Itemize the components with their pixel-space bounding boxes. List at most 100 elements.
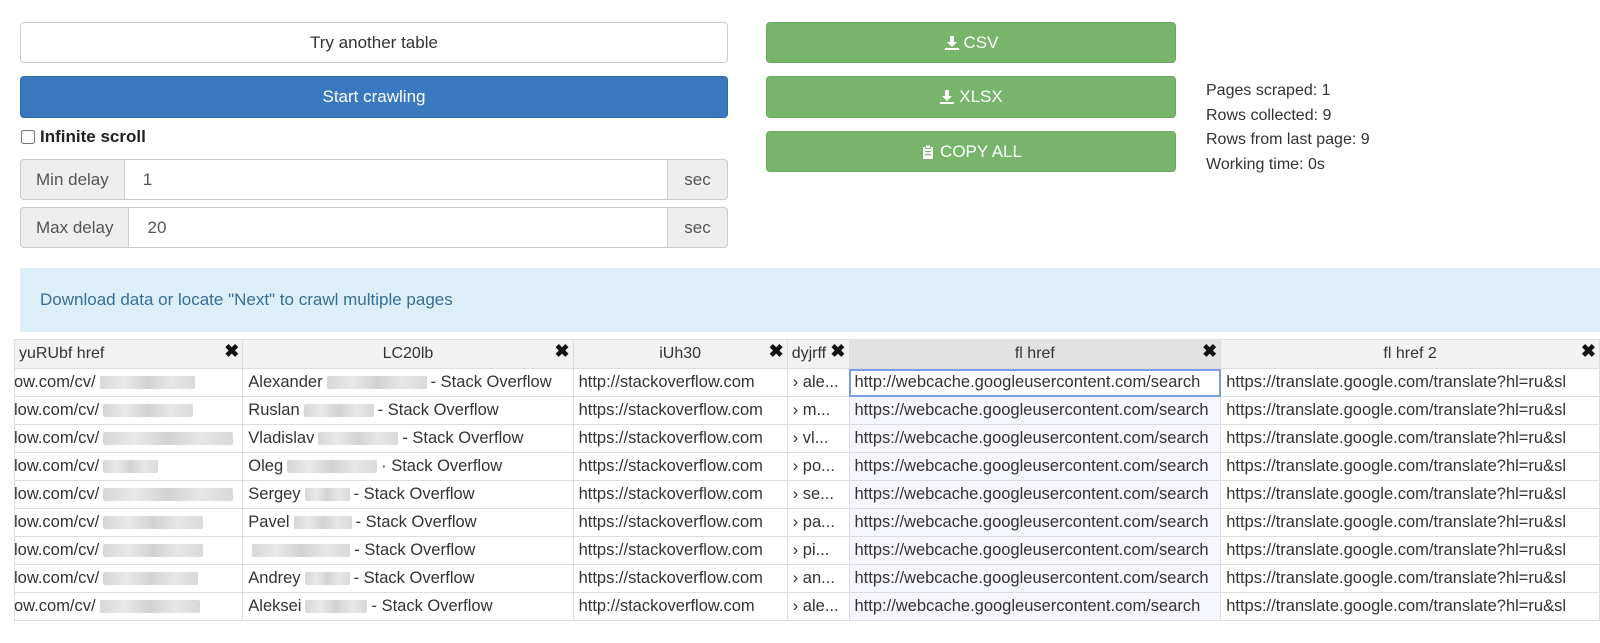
cell-breadcrumb[interactable]: › an... bbox=[786, 564, 850, 593]
cell-translate-link[interactable]: https://translate.google.com/translate?h… bbox=[1220, 508, 1600, 537]
cell-title[interactable]: Alexander - Stack Overflow bbox=[242, 368, 574, 397]
cell-translate-link[interactable]: https://translate.google.com/translate?h… bbox=[1220, 592, 1600, 621]
cell-text: low.com/cv/ bbox=[14, 401, 100, 419]
infinite-scroll-option[interactable]: Infinite scroll bbox=[21, 127, 146, 147]
cell-site[interactable]: https://stackoverflow.com bbox=[572, 536, 788, 565]
cell-breadcrumb[interactable]: › pi... bbox=[786, 536, 850, 565]
table-row[interactable]: ow.com/cv/Aleksei - Stack Overflow http://… bbox=[13, 592, 1600, 621]
cell-translate-link[interactable]: https://translate.google.com/translate?h… bbox=[1220, 480, 1600, 509]
cell-breadcrumb[interactable]: › po... bbox=[786, 452, 850, 481]
max-delay-input[interactable] bbox=[128, 207, 668, 248]
cell-translate-link[interactable]: https://translate.google.com/translate?h… bbox=[1220, 368, 1600, 397]
cell-cache-link[interactable]: https://webcache.googleusercontent.com/s… bbox=[848, 536, 1222, 565]
column-header-label: dyjrff bbox=[791, 345, 827, 362]
cell-cache-link[interactable]: http://webcache.googleusercontent.com/se… bbox=[848, 592, 1222, 621]
cell-cache-link[interactable]: http://webcache.googleusercontent.com/se… bbox=[848, 368, 1222, 397]
table-row[interactable]: low.com/cv/ - Stack Overflow https://stack… bbox=[13, 536, 1600, 565]
info-alert: Download data or locate "Next" to crawl … bbox=[20, 268, 1600, 332]
cell-text: http://stackoverflow.com bbox=[578, 597, 755, 615]
cell-translate-link[interactable]: https://translate.google.com/translate?h… bbox=[1220, 536, 1600, 565]
cell-breadcrumb[interactable]: › vl... bbox=[786, 424, 850, 453]
cell-site[interactable]: https://stackoverflow.com bbox=[572, 396, 788, 425]
cell-url[interactable]: ow.com/cv/ bbox=[13, 368, 244, 397]
cell-title[interactable]: - Stack Overflow bbox=[242, 536, 574, 565]
cell-breadcrumb[interactable]: › ale... bbox=[786, 368, 850, 397]
cell-text: https://stackoverflow.com bbox=[578, 541, 763, 559]
column-header[interactable]: LC20lb ✖ bbox=[242, 339, 574, 369]
table-row[interactable]: low.com/cv/Ruslan - Stack Overflow https:/… bbox=[13, 396, 1600, 425]
cell-title[interactable]: Pavel - Stack Overflow bbox=[242, 508, 574, 537]
cell-translate-link[interactable]: https://translate.google.com/translate?h… bbox=[1220, 424, 1600, 453]
cell-text: low.com/cv/ bbox=[14, 485, 100, 503]
remove-column-icon[interactable]: ✖ bbox=[554, 341, 569, 362]
cell-url[interactable]: ow.com/cv/ bbox=[13, 592, 244, 621]
cell-title[interactable]: Sergey - Stack Overflow bbox=[242, 480, 574, 509]
table-row[interactable]: low.com/cv/Andrey - Stack Overflow https:/… bbox=[13, 564, 1600, 593]
cell-title[interactable]: Oleg · Stack Overflow bbox=[242, 452, 574, 481]
cell-text: https://stackoverflow.com bbox=[578, 485, 763, 503]
cell-url[interactable]: low.com/cv/ bbox=[13, 452, 244, 481]
cell-cache-link[interactable]: https://webcache.googleusercontent.com/s… bbox=[848, 396, 1222, 425]
min-delay-input[interactable] bbox=[123, 159, 668, 200]
cell-title[interactable]: Andrey - Stack Overflow bbox=[242, 564, 574, 593]
cell-cache-link[interactable]: https://webcache.googleusercontent.com/s… bbox=[848, 564, 1222, 593]
redacted-text bbox=[103, 460, 159, 474]
redacted-text bbox=[303, 404, 374, 418]
cell-breadcrumb[interactable]: › pa... bbox=[786, 508, 850, 537]
cell-url[interactable]: low.com/cv/ bbox=[13, 536, 244, 565]
table-row[interactable]: low.com/cv/Pavel - Stack Overflow https://… bbox=[13, 508, 1600, 537]
cell-translate-link[interactable]: https://translate.google.com/translate?h… bbox=[1220, 396, 1600, 425]
cell-text: - Stack Overflow bbox=[354, 541, 476, 559]
start-crawling-button[interactable]: Start crawling bbox=[20, 76, 728, 118]
cell-title[interactable]: Ruslan - Stack Overflow bbox=[242, 396, 574, 425]
cell-translate-link[interactable]: https://translate.google.com/translate?h… bbox=[1220, 564, 1600, 593]
cell-text: low.com/cv/ bbox=[14, 429, 100, 447]
column-header[interactable]: iUh30 ✖ bbox=[572, 339, 788, 369]
xlsx-download-button[interactable]: XLSX bbox=[766, 76, 1176, 118]
cell-text: low.com/cv/ bbox=[14, 569, 100, 587]
cell-cache-link[interactable]: https://webcache.googleusercontent.com/s… bbox=[848, 424, 1222, 453]
column-header[interactable]: dyjrff ✖ bbox=[786, 339, 850, 369]
cell-cache-link[interactable]: https://webcache.googleusercontent.com/s… bbox=[848, 452, 1222, 481]
cell-text: - Stack Overflow bbox=[377, 401, 499, 419]
data-table-container[interactable]: yuRUbf href ✖ LC20lb ✖ iUh30 ✖ dyjrff ✖ … bbox=[0, 339, 1600, 624]
cell-url[interactable]: low.com/cv/ bbox=[13, 396, 244, 425]
cell-text: Alexander bbox=[248, 373, 323, 391]
table-row[interactable]: low.com/cv/Vladislav - Stack Overflow http… bbox=[13, 424, 1600, 453]
cell-url[interactable]: low.com/cv/ bbox=[13, 480, 244, 509]
cell-breadcrumb[interactable]: › se... bbox=[786, 480, 850, 509]
cell-url[interactable]: low.com/cv/ bbox=[13, 508, 244, 537]
cell-title[interactable]: Aleksei - Stack Overflow bbox=[242, 592, 574, 621]
table-row[interactable]: low.com/cv/Sergey - Stack Overflow https:/… bbox=[13, 480, 1600, 509]
cell-site[interactable]: http://stackoverflow.com bbox=[572, 592, 788, 621]
column-header[interactable]: fl href ✖ bbox=[848, 339, 1222, 369]
cell-breadcrumb[interactable]: › ale... bbox=[786, 592, 850, 621]
copy-all-button[interactable]: COPY ALL bbox=[766, 131, 1176, 172]
table-row[interactable]: low.com/cv/Oleg · Stack Overflow https://s… bbox=[13, 452, 1600, 481]
infinite-scroll-checkbox[interactable] bbox=[21, 130, 35, 144]
cell-site[interactable]: https://stackoverflow.com bbox=[572, 508, 788, 537]
cell-site[interactable]: https://stackoverflow.com bbox=[572, 424, 788, 453]
cell-site[interactable]: https://stackoverflow.com bbox=[572, 452, 788, 481]
remove-column-icon[interactable]: ✖ bbox=[830, 341, 845, 362]
cell-breadcrumb[interactable]: › m... bbox=[786, 396, 850, 425]
remove-column-icon[interactable]: ✖ bbox=[1202, 341, 1217, 362]
cell-url[interactable]: low.com/cv/ bbox=[13, 564, 244, 593]
cell-url[interactable]: low.com/cv/ bbox=[13, 424, 244, 453]
try-another-table-button[interactable]: Try another table bbox=[20, 22, 728, 63]
column-header[interactable]: yuRUbf href ✖ bbox=[13, 339, 244, 369]
remove-column-icon[interactable]: ✖ bbox=[1581, 341, 1596, 362]
cell-site[interactable]: http://stackoverflow.com bbox=[572, 368, 788, 397]
cell-site[interactable]: https://stackoverflow.com bbox=[572, 480, 788, 509]
cell-cache-link[interactable]: https://webcache.googleusercontent.com/s… bbox=[848, 508, 1222, 537]
csv-label: CSV bbox=[963, 32, 999, 52]
cell-cache-link[interactable]: https://webcache.googleusercontent.com/s… bbox=[848, 480, 1222, 509]
cell-site[interactable]: https://stackoverflow.com bbox=[572, 564, 788, 593]
cell-title[interactable]: Vladislav - Stack Overflow bbox=[242, 424, 574, 453]
column-header[interactable]: fl href 2 ✖ bbox=[1220, 339, 1600, 369]
csv-download-button[interactable]: CSV bbox=[766, 22, 1176, 63]
table-row[interactable]: ow.com/cv/Alexander - Stack Overflow http:… bbox=[13, 368, 1600, 397]
cell-translate-link[interactable]: https://translate.google.com/translate?h… bbox=[1220, 452, 1600, 481]
remove-column-icon[interactable]: ✖ bbox=[224, 341, 239, 362]
remove-column-icon[interactable]: ✖ bbox=[769, 341, 784, 362]
